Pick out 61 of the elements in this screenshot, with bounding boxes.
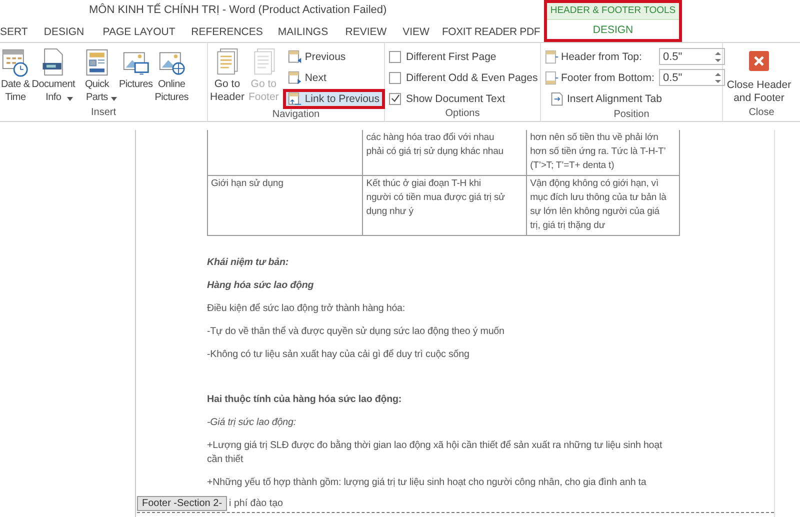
group-label: Position	[612, 109, 650, 121]
paragraph: +Những yếu tố hợp thành gồm: lượng giá trị tư liệu sinh hoạt cho người công nhân, cho gia đình anh ta	[207, 476, 648, 490]
spin-arrows-icon[interactable]	[715, 50, 721, 62]
ribbon-button[interactable]: Next	[282, 68, 385, 88]
paragraph: -Tự do về thân thể và được quyền sử dụng sức lao động theo ý muốn	[207, 325, 506, 339]
ribbon-tab[interactable]: DESIGN	[38, 24, 90, 40]
window-title: MÔN KINH TẾ CHÍNH TRỊ - Word (Product Activation Failed)	[88, 2, 388, 18]
heading: Khái niệm tư bản:	[207, 256, 290, 270]
close-icon	[749, 51, 769, 71]
ribbon-tab[interactable]: MAILINGS	[266, 24, 340, 40]
table-cell-text: các hàng hóa trao đổi với nhau phải có giá trị sử dụng khác nhau	[366, 131, 504, 159]
ribbon-tab[interactable]: REVIEW	[340, 24, 392, 40]
close-header-footer-button[interactable]: Close Header and Footer	[723, 47, 795, 105]
table-cell-text: Giới hạn sử dụng	[211, 177, 284, 191]
contextual-tab-group-label: HEADER & FOOTER TOOLS	[547, 3, 679, 20]
ribbon-tab[interactable]: FOXIT READER PDF	[440, 24, 542, 40]
ribbon-button[interactable]: Insert Alignment Tab	[545, 89, 667, 109]
heading: -Giá trị sức lao động:	[207, 416, 297, 430]
checkbox-box[interactable]	[389, 50, 401, 62]
heading: Hàng hóa sức lao động	[207, 279, 315, 293]
paragraph: -Không có tư liệu sản xuất hay của cải gì để duy trì cuộc sống	[207, 348, 470, 362]
checkbox[interactable]: Different Odd & Even Pages	[389, 68, 538, 87]
spin-arrows-icon[interactable]	[715, 72, 721, 84]
link-page-icon	[288, 92, 302, 106]
paragraph: i phí đào tạo	[229, 498, 283, 509]
ribbon-button[interactable]: Document Info	[30, 47, 76, 101]
table-cell-text: Kết thúc ở giai đoạn T-H khi người có tiền mua được giá trị sử dụng như ý	[366, 177, 506, 219]
group-label: Close	[748, 107, 776, 120]
paragraph: Điều kiện để sức lao động trở thành hàng hóa:	[207, 302, 406, 316]
checkbox[interactable]: Different First Page	[389, 47, 496, 66]
ribbon-tab[interactable]: SERT	[0, 24, 38, 40]
field-label: Header from Top:	[561, 50, 643, 62]
ribbon-button[interactable]: Date & Time	[0, 47, 31, 104]
ribbon-button[interactable]: Pictures	[118, 47, 154, 91]
group-label: Options	[444, 108, 481, 121]
field-label: Footer from Bottom:	[561, 72, 656, 84]
caret-icon	[110, 97, 117, 101]
ribbon-tab[interactable]: VIEW	[392, 24, 440, 40]
table-cell-text: hơn nên số tiền thu về phải lớn hơn số tiền ứng ra. Tức là T-H-T’ (T’>T; T’=T+ denta t)	[530, 131, 667, 173]
footer-section-tag: Footer -Section 2-	[137, 496, 228, 511]
checkbox-box[interactable]	[389, 92, 401, 104]
header-margin-icon	[545, 50, 559, 64]
footer-margin-icon	[545, 70, 559, 84]
align-tab-icon	[550, 92, 564, 106]
table-cell-text: Vận động không có giới hạn, vì mục đích lưu thông của tư bản là sự lớn lên không người của giá trị, giá trị thặng dư	[530, 177, 668, 233]
ribbon-button[interactable]: Quick Parts	[76, 47, 118, 101]
ribbon-tab[interactable]: REFERENCES	[188, 24, 266, 40]
group-label: Insert	[90, 107, 117, 120]
ribbon-button[interactable]: Online Pictures	[154, 47, 190, 104]
spin-field[interactable]: 0.5"	[659, 48, 725, 65]
ribbon-button[interactable]: Previous	[282, 47, 385, 67]
paragraph: +Lượng giá trị SLĐ được đo bằng thời gian lao động xã hội cần thiết để sản xuất ra những tư liệu sinh hoạt cần thiết	[207, 439, 664, 467]
spin-field[interactable]: 0.5"	[659, 69, 725, 86]
group-label: Navigation	[271, 109, 321, 121]
ribbon-tab[interactable]: PAGE LAYOUT	[90, 24, 188, 40]
heading: Hai thuộc tính của hàng hóa sức lao động:	[207, 393, 403, 407]
checkbox[interactable]: Show Document Text	[389, 89, 506, 108]
ribbon-button[interactable]: Link to Previous	[282, 89, 385, 109]
checkbox-box[interactable]	[389, 72, 401, 84]
ribbon-button[interactable]: Go to Header	[208, 47, 246, 104]
caret-icon	[67, 97, 74, 101]
